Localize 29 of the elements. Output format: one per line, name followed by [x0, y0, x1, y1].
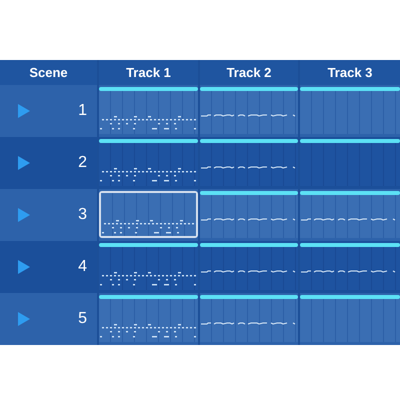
scene-number: 1: [78, 102, 87, 120]
column-header: Track 1: [99, 60, 198, 85]
scene-number: 2: [78, 154, 87, 172]
clip[interactable]: [200, 295, 298, 342]
clip[interactable]: [99, 295, 198, 342]
play-icon[interactable]: [18, 104, 30, 118]
clip[interactable]: [300, 243, 400, 290]
clip[interactable]: [99, 191, 198, 238]
clip[interactable]: [99, 139, 198, 186]
column-header: Scene: [0, 60, 97, 85]
column-header: Track 2: [200, 60, 298, 85]
play-icon[interactable]: [18, 260, 30, 274]
scene-number: 5: [78, 310, 87, 328]
empty-clip-slot[interactable]: [300, 139, 400, 186]
clip[interactable]: [200, 87, 298, 134]
clip[interactable]: [99, 87, 198, 134]
clip[interactable]: [200, 191, 298, 238]
scene-number: 4: [78, 258, 87, 276]
play-icon[interactable]: [18, 156, 30, 170]
column-header: Track 3: [300, 60, 400, 85]
clip[interactable]: [99, 243, 198, 290]
clip[interactable]: [200, 243, 298, 290]
clip[interactable]: [200, 139, 298, 186]
empty-clip-slot[interactable]: [300, 87, 400, 134]
clip[interactable]: [300, 191, 400, 238]
scene-number: 3: [78, 206, 87, 224]
empty-clip-slot[interactable]: [300, 295, 400, 342]
play-icon[interactable]: [18, 312, 30, 326]
play-icon[interactable]: [18, 208, 30, 222]
